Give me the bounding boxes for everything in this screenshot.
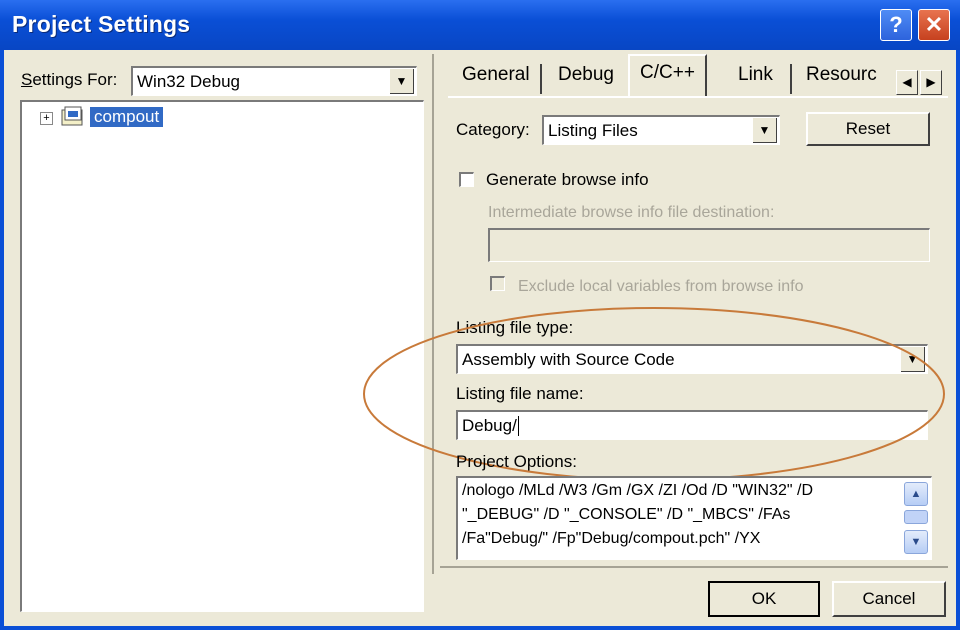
tab-strip: General Debug C/C++ Link Resourc ◀ ▶	[448, 54, 948, 98]
generate-browse-checkbox[interactable]	[459, 172, 474, 187]
category-combo[interactable]: Listing Files ▼	[542, 115, 780, 145]
title-bar[interactable]: Project Settings ? ✕	[0, 0, 960, 50]
tab-panel-bottom-edge	[440, 566, 948, 568]
settings-for-label-rest: ettings For:	[32, 70, 118, 89]
tree-expander-icon[interactable]: +	[40, 112, 53, 125]
tree-expander-glyph: +	[43, 112, 50, 124]
exclude-local-vars-label: Exclude local variables from browse info	[518, 278, 804, 295]
listing-name-input[interactable]: Debug/	[456, 410, 928, 440]
listing-name-value: Debug/	[462, 416, 519, 436]
scroll-up-icon[interactable]: ▲	[904, 482, 928, 506]
project-options-textarea[interactable]: /nologo /MLd /W3 /Gm /GX /ZI /Od /D "WIN…	[456, 476, 932, 560]
annotation-ellipse	[363, 307, 945, 481]
chevron-down-icon[interactable]: ▼	[753, 118, 777, 143]
intermediate-browse-label: Intermediate browse info file destinatio…	[488, 204, 775, 221]
chevron-down-icon[interactable]: ▼	[390, 69, 414, 94]
settings-for-label: Settings For:	[21, 70, 118, 89]
project-tree[interactable]: + compout	[20, 100, 424, 612]
tab-resources[interactable]: Resourc	[806, 58, 877, 94]
tab-general[interactable]: General	[462, 58, 530, 94]
project-options-label: Project Options:	[456, 452, 577, 471]
chevron-down-icon[interactable]: ▼	[901, 347, 925, 372]
listing-type-label: Listing file type:	[456, 318, 574, 337]
project-settings-window: Project Settings ? ✕ Settings For: Win32…	[0, 0, 960, 630]
settings-for-value: Win32 Debug	[137, 72, 241, 91]
tab-separator	[540, 64, 542, 94]
listing-type-value: Assembly with Source Code	[462, 350, 675, 369]
generate-browse-label: Generate browse info	[486, 170, 649, 189]
scroll-thumb[interactable]	[904, 510, 928, 524]
project-options-line: "_DEBUG" /D "_CONSOLE" /D "_MBCS" /FAs	[462, 506, 791, 523]
window-title: Project Settings	[12, 11, 191, 37]
tab-panel-top-edge	[448, 96, 948, 98]
scroll-down-icon[interactable]: ▼	[904, 530, 928, 554]
category-value: Listing Files	[548, 121, 638, 140]
category-label: Category:	[456, 120, 530, 139]
tab-scroll-right-icon[interactable]: ▶	[920, 70, 942, 95]
exclude-local-vars-checkbox	[490, 276, 505, 291]
listing-name-label: Listing file name:	[456, 384, 584, 403]
tab-scroll-left-icon[interactable]: ◀	[896, 70, 918, 95]
tab-cpp[interactable]: C/C++	[628, 54, 707, 98]
reset-button[interactable]: Reset	[806, 112, 930, 146]
tab-separator	[790, 64, 792, 94]
close-button[interactable]: ✕	[918, 9, 950, 41]
project-icon	[60, 106, 86, 128]
pane-divider	[432, 54, 434, 574]
ok-button[interactable]: OK	[708, 581, 820, 617]
dialog-body: Settings For: Win32 Debug ▼ + compout Ge…	[4, 50, 956, 626]
tab-debug[interactable]: Debug	[558, 58, 614, 94]
tab-link[interactable]: Link	[738, 58, 773, 94]
help-button[interactable]: ?	[880, 9, 912, 41]
cancel-button[interactable]: Cancel	[832, 581, 946, 617]
intermediate-browse-field	[488, 228, 930, 262]
listing-type-combo[interactable]: Assembly with Source Code ▼	[456, 344, 928, 374]
project-options-line: /nologo /MLd /W3 /Gm /GX /ZI /Od /D "WIN…	[462, 482, 814, 499]
project-options-line: /Fa"Debug/" /Fp"Debug/compout.pch" /YX	[462, 530, 761, 547]
tree-item-compout[interactable]: compout	[90, 107, 164, 127]
settings-for-combo[interactable]: Win32 Debug ▼	[131, 66, 417, 96]
